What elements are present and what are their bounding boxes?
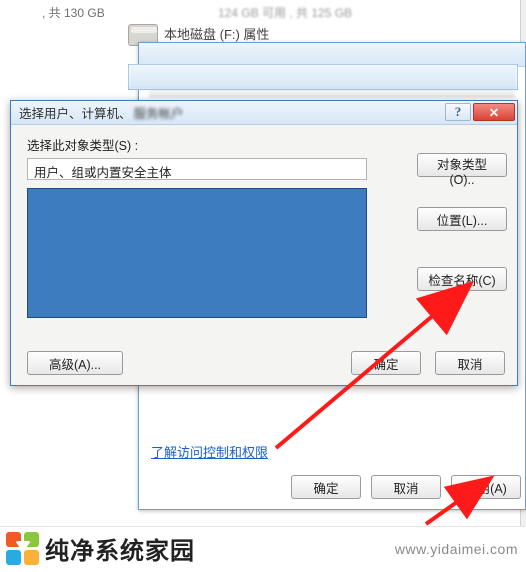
object-type-label: 选择此对象类型(S) : xyxy=(27,135,505,154)
brand-url: www.yidaimei.com xyxy=(395,541,518,557)
dialog-title-extra: 服务帐户 xyxy=(134,103,184,122)
select-users-dialog: 选择用户、计算机、 服务帐户 ? ✕ 选择此对象类型(S) : 用户、组或内置安… xyxy=(10,100,518,386)
hidden-window-strip xyxy=(128,64,518,90)
watermark-footer: 纯净系统家园 www.yidaimei.com xyxy=(0,527,526,572)
object-names-input[interactable] xyxy=(27,188,367,318)
properties-ok-button[interactable]: 确定 xyxy=(291,475,361,499)
select-ok-button[interactable]: 确定 xyxy=(351,351,421,375)
help-link[interactable]: 了解访问控制和权限 xyxy=(151,442,268,461)
titlebar-help-button[interactable]: ? xyxy=(445,103,471,121)
storage-summary-text: , 共 130 GB xyxy=(42,4,105,21)
check-names-button[interactable]: 检查名称(C) xyxy=(417,267,507,291)
titlebar-close-button[interactable]: ✕ xyxy=(473,103,515,121)
object-type-field: 用户、组或内置安全主体 xyxy=(27,158,367,180)
drive-label: 本地磁盘 (F:) 属性 xyxy=(164,24,269,43)
brand-logo-icon xyxy=(6,532,39,565)
object-types-button[interactable]: 对象类型(O).. xyxy=(417,153,507,177)
select-cancel-button[interactable]: 取消 xyxy=(435,351,505,375)
locations-button[interactable]: 位置(L)... xyxy=(417,207,507,231)
dialog-title: 选择用户、计算机、 xyxy=(19,103,132,122)
storage-other-text: 124 GB 可用 , 共 125 GB xyxy=(218,4,352,21)
advanced-button[interactable]: 高级(A)... xyxy=(27,351,123,375)
properties-cancel-button[interactable]: 取消 xyxy=(371,475,441,499)
properties-apply-button[interactable]: 应用(A) xyxy=(451,475,521,499)
brand-name: 纯净系统家园 xyxy=(45,531,195,566)
select-users-titlebar[interactable]: 选择用户、计算机、 服务帐户 ? ✕ xyxy=(11,101,517,125)
